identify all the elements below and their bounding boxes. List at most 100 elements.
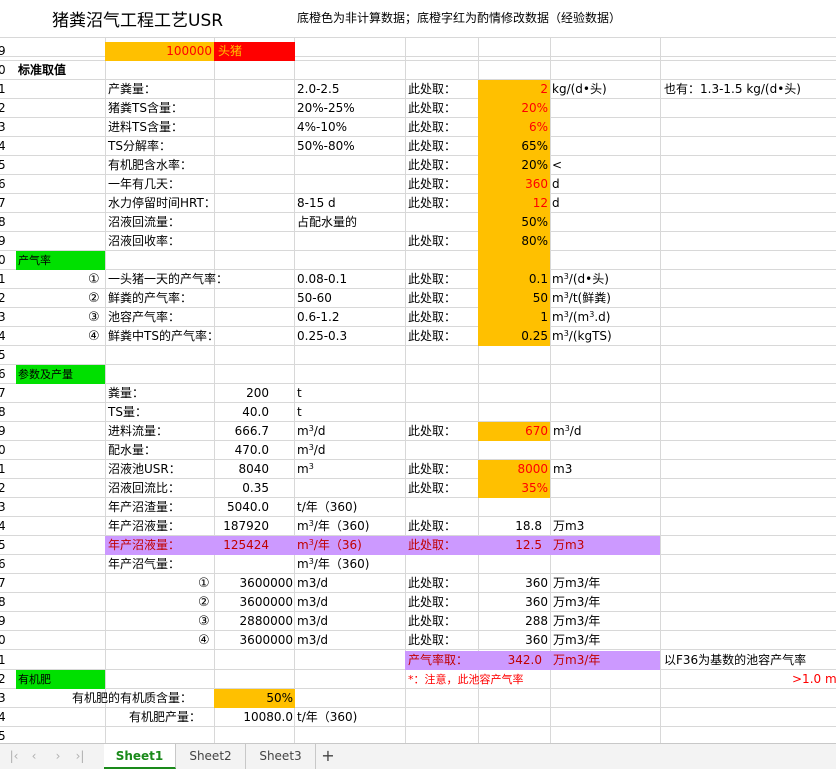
param-value[interactable]: 125424 bbox=[214, 536, 295, 555]
biogas-value[interactable]: 2880000 bbox=[214, 612, 295, 631]
row-gas-rate: 4 ④ 鲜粪中TS的产气率： 0.25-0.3 此处取： 0.25 m3/(kgTS) bbox=[0, 327, 836, 346]
param-range: 2.0-2.5 bbox=[297, 82, 340, 96]
row-gas-rate: 2 ② 鲜粪的产气率： 50-60 此处取： 50 m3/t(鲜粪) bbox=[0, 289, 836, 308]
highlight-cell bbox=[478, 251, 550, 270]
row-params-header: 6 参数及产量 bbox=[0, 365, 836, 384]
biogas-take-value[interactable]: 360 bbox=[478, 593, 550, 612]
pig-count-label: 头猪 bbox=[214, 42, 295, 61]
param-value[interactable]: 470.0 bbox=[214, 441, 295, 460]
row-number: 5 bbox=[0, 538, 6, 552]
row-standard-value: 2 猪粪TS含量： 20%-25% 此处取： 20% bbox=[0, 99, 836, 118]
spreadsheet-grid[interactable]: 猪粪沼气工程工艺USR 底橙色为非计算数据；底橙字红为酌情修改数据（经验数据） … bbox=[0, 0, 836, 743]
param-value[interactable]: 20% bbox=[478, 156, 550, 175]
row-standard-value: 9 沼液回收率： 此处取： 80% bbox=[0, 232, 836, 251]
gas-rate-value[interactable]: 0.25 bbox=[478, 327, 550, 346]
row-number: 1 bbox=[0, 462, 6, 476]
row-empty: 5 bbox=[0, 346, 836, 365]
last-sheet-icon[interactable]: ›| bbox=[72, 748, 88, 764]
fertilizer-output-value[interactable]: 10080.0 bbox=[214, 708, 295, 727]
param-value[interactable]: 80% bbox=[478, 232, 550, 251]
param-value[interactable]: 187920 bbox=[214, 517, 295, 536]
tab-sheet3[interactable]: Sheet3 bbox=[246, 744, 316, 769]
take-value[interactable]: 670 bbox=[478, 422, 550, 441]
param-value[interactable]: 200 bbox=[214, 384, 295, 403]
gas-rate-take-value[interactable]: 342.0 bbox=[478, 651, 550, 670]
take-value[interactable] bbox=[478, 441, 550, 460]
circled-number: ③ bbox=[88, 310, 100, 325]
row-number: 6 bbox=[0, 557, 6, 571]
take-unit: 万m3 bbox=[553, 519, 585, 533]
fertilizer-output-label: 有机肥产量： bbox=[129, 710, 202, 724]
param-value[interactable]: 2 bbox=[478, 80, 550, 99]
biogas-value[interactable]: 3600000 bbox=[214, 631, 295, 650]
gas-rate-value[interactable]: 1 bbox=[478, 308, 550, 327]
take-value[interactable] bbox=[478, 555, 550, 574]
biogas-take-value[interactable]: 288 bbox=[478, 612, 550, 631]
param-value[interactable]: 65% bbox=[478, 137, 550, 156]
add-sheet-icon[interactable]: + bbox=[318, 745, 338, 767]
row-number: 9 bbox=[0, 424, 6, 438]
circled-number: ② bbox=[88, 291, 100, 306]
take-label: 此处取： bbox=[408, 633, 457, 647]
circled-number: ① bbox=[88, 272, 100, 287]
param-value[interactable]: 50% bbox=[478, 213, 550, 232]
row-standard-value: 4 TS分解率： 50%-80% 此处取： 65% bbox=[0, 137, 836, 156]
prev-sheet-icon[interactable]: ‹ bbox=[26, 748, 42, 764]
take-label: 此处取： bbox=[408, 576, 457, 590]
row-biogas: 0 ④ 3600000 m3/d 此处取： 360 万m3/年 bbox=[0, 631, 836, 650]
gas-rate-value[interactable]: 50 bbox=[478, 289, 550, 308]
take-label: 此处取： bbox=[408, 538, 457, 552]
take-label: 此处取： bbox=[408, 82, 457, 96]
param-unit: kg/(d•头) bbox=[552, 82, 607, 96]
first-sheet-icon[interactable]: |‹ bbox=[6, 748, 22, 764]
take-label: 此处取： bbox=[408, 101, 457, 115]
param-value[interactable]: 12 bbox=[478, 194, 550, 213]
take-label: 此处取： bbox=[408, 291, 457, 305]
gas-rate-value[interactable]: 0.1 bbox=[478, 270, 550, 289]
biogas-take-value[interactable]: 360 bbox=[478, 574, 550, 593]
param-value[interactable] bbox=[214, 555, 295, 574]
row-standard-value: 3 进料TS含量： 4%-10% 此处取： 6% bbox=[0, 118, 836, 137]
param-value[interactable]: 8040 bbox=[214, 460, 295, 479]
row-organic-content: 3 有机肥的有机质含量： 50% bbox=[0, 689, 836, 708]
next-sheet-icon[interactable]: › bbox=[50, 748, 66, 764]
param-value[interactable]: 360 bbox=[478, 175, 550, 194]
biogas-value[interactable]: 3600000 bbox=[214, 593, 295, 612]
gas-rate-label: 一头猪一天的产气率： bbox=[108, 272, 229, 286]
param-value[interactable]: 5040.0 bbox=[214, 498, 295, 517]
take-value[interactable] bbox=[478, 498, 550, 517]
organic-content-value[interactable]: 50% bbox=[214, 689, 295, 708]
take-value[interactable]: 35% bbox=[478, 479, 550, 498]
param-value[interactable]: 666.7 bbox=[214, 422, 295, 441]
biogas-take-unit: 万m3/年 bbox=[553, 614, 601, 628]
row-standard-value: 7 水力停留时间HRT： 8-15 d 此处取： 12 d bbox=[0, 194, 836, 213]
biogas-value[interactable]: 3600000 bbox=[214, 574, 295, 593]
row-number: 7 bbox=[0, 576, 6, 590]
row-number: 1 bbox=[0, 82, 6, 96]
tab-sheet1[interactable]: Sheet1 bbox=[104, 744, 176, 769]
param-value[interactable]: 6% bbox=[478, 118, 550, 137]
row-number: 2 bbox=[0, 672, 6, 686]
take-value[interactable] bbox=[478, 384, 550, 403]
take-value[interactable]: 18.8 bbox=[478, 517, 550, 536]
param-value[interactable]: 20% bbox=[478, 99, 550, 118]
row-number: 4 bbox=[0, 329, 6, 343]
row-param: 3 年产沼渣量： 5040.0 t/年（360) bbox=[0, 498, 836, 517]
row-fertilizer-header: 2 有机肥 *：注意，此池容产气率 >1.0 m3 bbox=[0, 670, 836, 689]
warning-threshold: >1.0 m3 bbox=[792, 672, 836, 686]
row-empty: 5 bbox=[0, 727, 836, 743]
take-value[interactable]: 8000 bbox=[478, 460, 550, 479]
param-unit: d bbox=[552, 196, 560, 210]
take-unit: 万m3 bbox=[553, 538, 585, 552]
take-value[interactable] bbox=[478, 403, 550, 422]
row-number: 3 bbox=[0, 310, 6, 324]
row-number: 9 bbox=[0, 44, 6, 58]
biogas-take-value[interactable]: 360 bbox=[478, 631, 550, 650]
param-value[interactable]: 0.35 bbox=[214, 479, 295, 498]
row-standard-value: 8 沼液回流量： 占配水量的 50% bbox=[0, 213, 836, 232]
circled-number: ④ bbox=[88, 329, 100, 344]
pig-count-value[interactable]: 100000 bbox=[105, 42, 214, 61]
take-value[interactable]: 12.5 bbox=[478, 536, 550, 555]
tab-sheet2[interactable]: Sheet2 bbox=[176, 744, 246, 769]
param-value[interactable]: 40.0 bbox=[214, 403, 295, 422]
